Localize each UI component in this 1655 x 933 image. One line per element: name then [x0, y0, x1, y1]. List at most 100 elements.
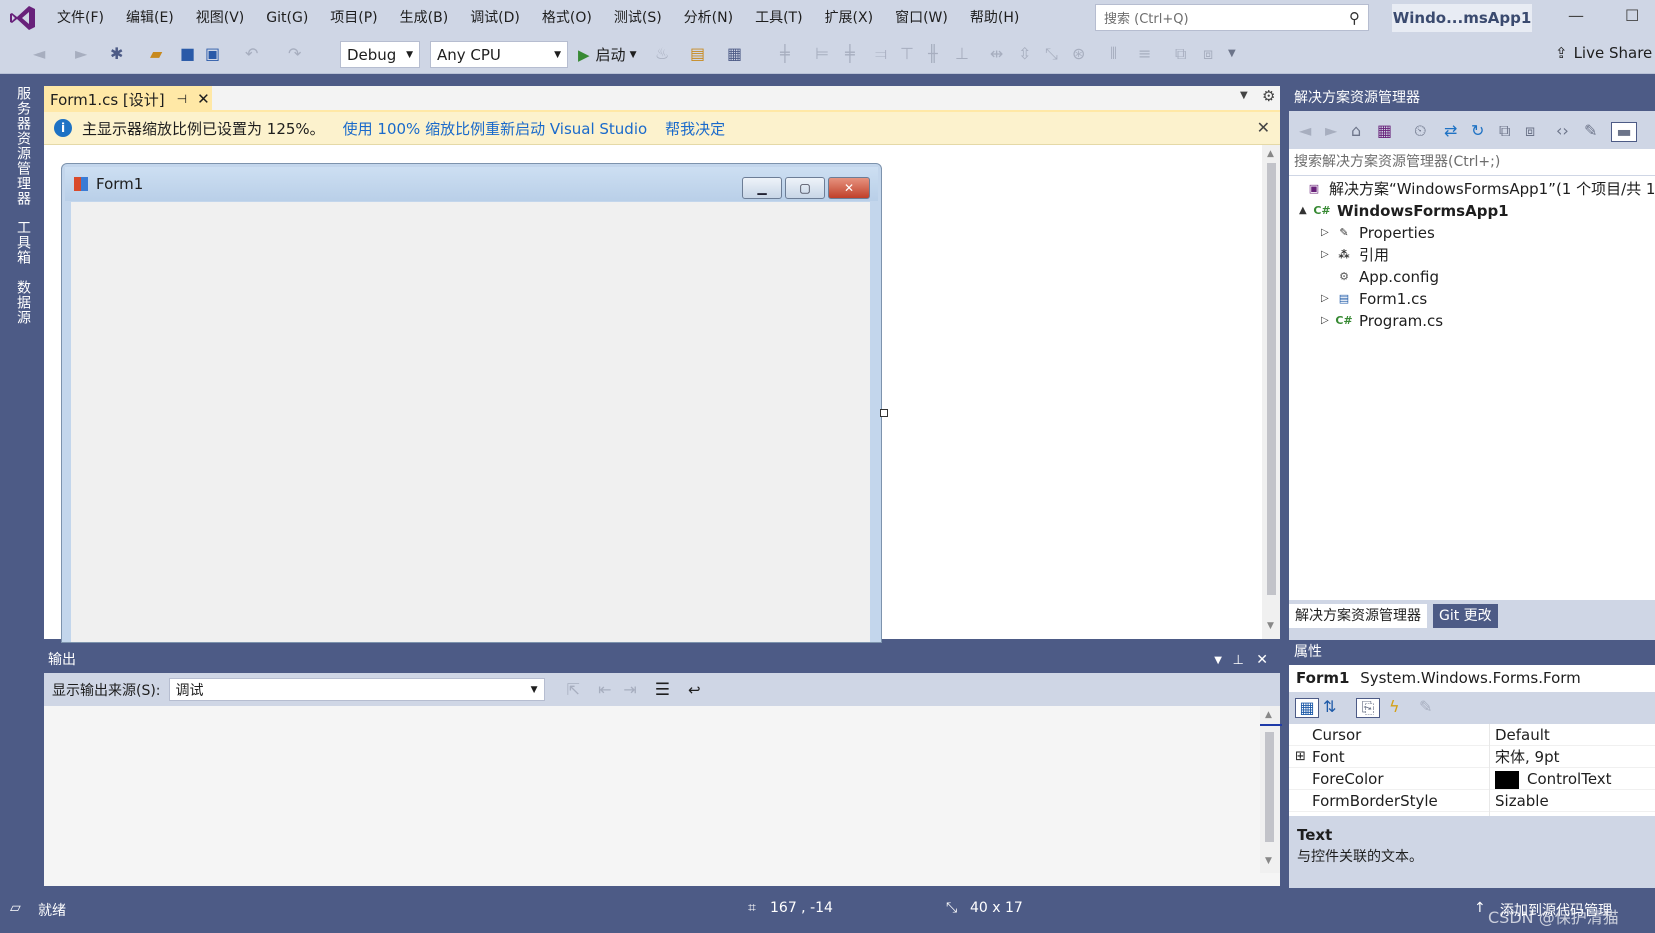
scrollbar-thumb[interactable] — [1265, 732, 1274, 842]
property-value[interactable]: 宋体, 9pt — [1492, 746, 1559, 768]
menu-item[interactable]: 工具(T) — [744, 0, 813, 36]
data-sources-tab[interactable]: 数据源 — [13, 280, 31, 325]
previous-message-icon[interactable]: ⇤ — [598, 680, 611, 699]
word-wrap-icon[interactable]: ↩ — [688, 681, 701, 699]
property-pages-wrench-icon[interactable]: ✎ — [1419, 698, 1432, 716]
expand-arrow-icon[interactable]: ▷ — [1321, 222, 1335, 244]
sync-icon[interactable]: ⇄ — [1444, 122, 1457, 140]
menu-item[interactable]: 调试(D) — [459, 0, 531, 36]
send-to-back-icon[interactable]: ⧈ — [1203, 45, 1213, 63]
restart-at-100-link[interactable]: 使用 100% 缩放比例重新启动 Visual Studio — [343, 118, 648, 139]
menu-item[interactable]: 编辑(E) — [115, 0, 185, 36]
bring-to-front-icon[interactable]: ⧉ — [1175, 45, 1186, 63]
align-rights-icon[interactable]: ⫤ — [875, 45, 887, 63]
menu-item[interactable]: 测试(S) — [603, 0, 673, 36]
scrollbar-thumb[interactable] — [1267, 163, 1276, 595]
close-icon[interactable]: ✕ — [1257, 118, 1270, 137]
menu-item[interactable]: 文件(F) — [46, 0, 115, 36]
server-explorer-tab[interactable]: 服务器资源管理器 — [13, 86, 31, 206]
menu-item[interactable]: 扩展(X) — [814, 0, 885, 36]
form-minimize-button[interactable]: ▁ — [742, 177, 782, 199]
output-vertical-scrollbar[interactable]: ▲ ▼ — [1260, 706, 1282, 873]
tree-item[interactable]: ⚙ App.config — [1321, 266, 1439, 288]
redo-icon[interactable]: ↷ — [288, 45, 301, 63]
output-text-area[interactable] — [44, 706, 1260, 873]
properties-view-icon[interactable]: ⎘ — [1356, 698, 1380, 718]
menu-item[interactable]: 生成(B) — [389, 0, 460, 36]
horizontal-spacing-icon[interactable]: ⦀ — [1110, 45, 1117, 63]
form-maximize-button[interactable]: ▢ — [785, 177, 825, 199]
expand-arrow-icon[interactable]: ▷ — [1321, 288, 1335, 310]
solution-configuration-select[interactable]: Debug ▼ — [340, 41, 420, 68]
categorized-icon[interactable]: ▦ — [1295, 698, 1319, 718]
menu-item[interactable]: 项目(P) — [319, 0, 388, 36]
make-same-height-icon[interactable]: ⇳ — [1018, 45, 1031, 63]
back-icon[interactable]: ◄ — [1299, 122, 1311, 140]
refresh-icon[interactable]: ↻ — [1471, 122, 1484, 140]
solution-search-input[interactable]: 搜索解决方案资源管理器(Ctrl+;) — [1289, 149, 1655, 175]
expand-plus-icon[interactable]: ⊞ — [1295, 746, 1306, 768]
next-message-icon[interactable]: ⇥ — [623, 680, 636, 699]
scroll-down-icon[interactable]: ▼ — [1265, 856, 1272, 866]
preview-selected-icon[interactable]: ▬ — [1611, 122, 1637, 142]
pin-icon[interactable]: ⊥ — [1233, 648, 1244, 673]
toolbar-overflow-icon[interactable]: ▼ — [1228, 45, 1236, 63]
align-tops-icon[interactable]: ⊤ — [900, 45, 914, 63]
home-icon[interactable]: ⌂ — [1351, 122, 1361, 140]
property-value[interactable]: ControlText — [1492, 768, 1612, 790]
help-me-decide-link[interactable]: 帮我决定 — [665, 118, 725, 139]
tree-item[interactable]: ▷ ✎ Properties — [1321, 222, 1435, 244]
navigate-back-icon[interactable]: ◄ — [33, 45, 45, 63]
solution-platform-select[interactable]: Any CPU ▼ — [430, 41, 568, 68]
tab-git-changes[interactable]: Git 更改 — [1433, 604, 1498, 628]
save-icon[interactable]: ■ — [180, 45, 195, 63]
align-lefts-icon[interactable]: ⊨ — [815, 45, 829, 63]
tab-form1-designer[interactable]: Form1.cs [设计] ⊣ ✕ — [44, 86, 212, 112]
property-row[interactable]: Cursor Default — [1289, 724, 1655, 746]
property-value[interactable]: Default — [1492, 724, 1550, 746]
navigate-forward-icon[interactable]: ► — [75, 45, 87, 63]
forward-icon[interactable]: ► — [1325, 122, 1337, 140]
browse-folder-icon[interactable]: ▤ — [690, 45, 705, 63]
designer-icon[interactable]: ▦ — [727, 45, 742, 63]
events-lightning-icon[interactable]: ϟ — [1389, 698, 1400, 716]
toolbox-tab[interactable]: 工具箱 — [13, 220, 31, 265]
close-icon[interactable]: ✕ — [1256, 648, 1268, 673]
property-row[interactable]: ForeColor ControlText — [1289, 768, 1655, 790]
align-bottoms-icon[interactable]: ⊥ — [955, 45, 969, 63]
property-row[interactable]: FormBorderStyle Sizable — [1289, 790, 1655, 812]
properties-object-selector[interactable]: Form1 System.Windows.Forms.Form — [1289, 665, 1655, 692]
make-same-size-icon[interactable]: ⤡ — [1045, 45, 1058, 63]
align-to-grid-icon[interactable]: ╪ — [780, 45, 790, 63]
open-file-icon[interactable]: ▰ — [150, 45, 162, 63]
menu-item[interactable]: 帮助(H) — [959, 0, 1030, 36]
form1-client-area[interactable] — [71, 202, 870, 642]
find-message-icon[interactable]: ⇱ — [567, 680, 580, 699]
tab-list-dropdown-icon[interactable]: ▼ — [1240, 90, 1248, 101]
scroll-up-icon[interactable]: ▲ — [1267, 149, 1274, 159]
settings-gear-icon[interactable]: ⚙ — [1262, 87, 1275, 105]
designer-vertical-scrollbar[interactable]: ▲ ▼ — [1262, 145, 1280, 639]
menu-item[interactable]: 分析(N) — [673, 0, 744, 36]
switch-views-icon[interactable]: ▦ — [1377, 122, 1392, 140]
show-all-files-icon[interactable]: ⧈ — [1525, 122, 1535, 140]
clear-all-icon[interactable]: ☰ — [655, 680, 670, 700]
vertical-spacing-icon[interactable]: ≡ — [1138, 45, 1151, 63]
pin-tab-icon[interactable]: ⊣ — [177, 92, 187, 106]
size-to-grid-icon[interactable]: ⊛ — [1072, 45, 1085, 63]
search-input[interactable]: 搜索 (Ctrl+Q) ⚲ — [1095, 4, 1369, 31]
tree-item[interactable]: ▲ C# WindowsFormsApp1 — [1299, 200, 1509, 222]
align-middles-icon[interactable]: ╫ — [928, 45, 938, 63]
alphabetical-icon[interactable]: ⇅ — [1323, 698, 1336, 716]
collapse-all-icon[interactable]: ⧉ — [1499, 122, 1510, 140]
menu-item[interactable]: Git(G) — [255, 0, 319, 36]
minimize-window-button[interactable]: — — [1568, 6, 1584, 25]
menu-item[interactable]: 格式(O) — [531, 0, 603, 36]
expand-arrow-icon[interactable]: ▷ — [1321, 310, 1335, 332]
make-same-width-icon[interactable]: ⇹ — [990, 45, 1003, 63]
output-source-select[interactable]: 调试 ▼ — [168, 678, 545, 701]
view-code-icon[interactable]: ‹› — [1556, 122, 1569, 140]
tree-item[interactable]: ▷ ⁂ 引用 — [1321, 244, 1389, 266]
tree-item[interactable]: ▷ ▤ Form1.cs — [1321, 288, 1427, 310]
menu-item[interactable]: 视图(V) — [185, 0, 256, 36]
